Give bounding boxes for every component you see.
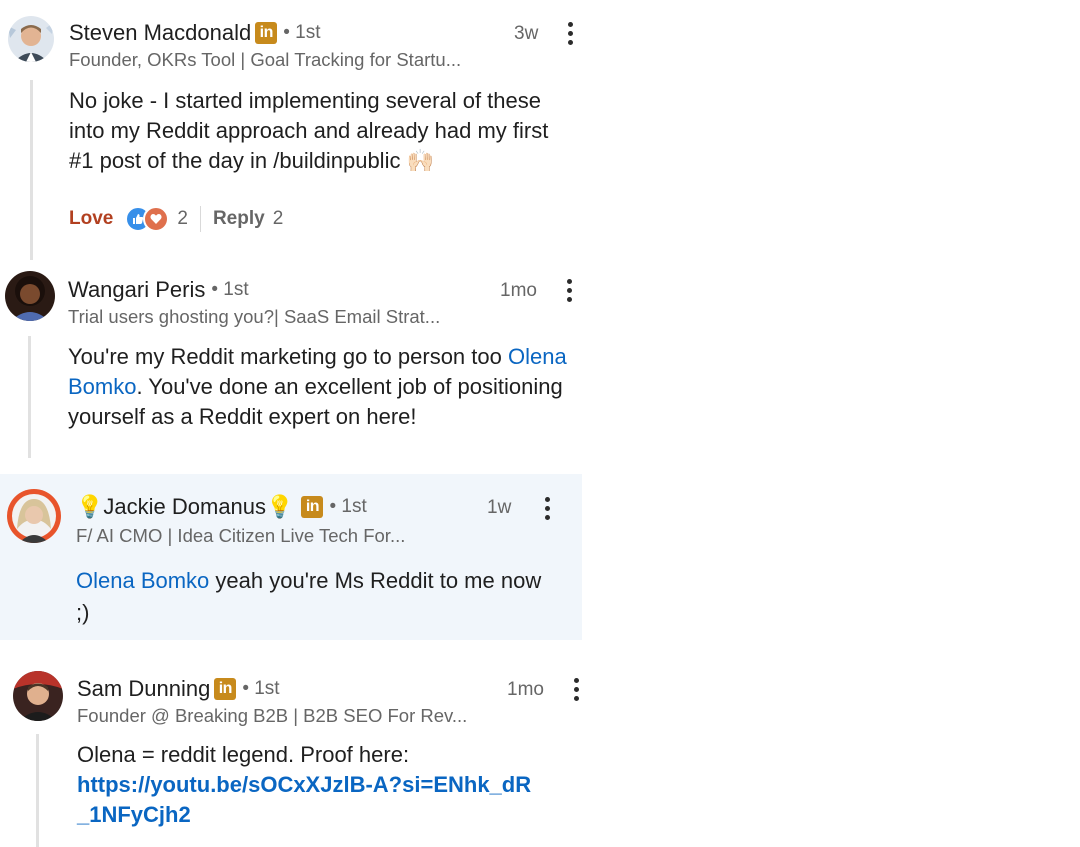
lightbulb-icon: 💡 <box>266 494 294 519</box>
author-name[interactable]: Wangari Peris <box>68 277 205 303</box>
thread-line <box>30 80 33 260</box>
avatar[interactable] <box>7 489 61 543</box>
author-name[interactable]: Sam Dunning <box>77 676 210 702</box>
author-headline: Founder, OKRs Tool | Goal Tracking for S… <box>69 49 462 70</box>
linkedin-premium-icon: in <box>255 22 278 44</box>
thread-line <box>28 336 31 458</box>
comment-text-line: Olena = reddit legend. Proof here: <box>77 742 410 767</box>
action-divider <box>199 206 201 232</box>
author-headline: Trial users ghosting you?| SaaS Email St… <box>68 306 441 327</box>
comment-text: No joke - I started implementing several… <box>69 88 549 173</box>
avatar[interactable] <box>8 16 54 62</box>
thread-line <box>36 734 39 847</box>
timestamp: 3w <box>514 23 539 44</box>
linkedin-premium-icon: in <box>214 678 237 700</box>
comment-text-end: . You've done an excellent job of positi… <box>68 374 563 429</box>
link-line: _1NFyCjh2 <box>77 802 191 827</box>
name-line: Sam Dunning in • 1st <box>77 676 280 702</box>
connection-degree: • 1st <box>242 678 280 699</box>
love-button[interactable]: Love <box>69 208 113 230</box>
name-line: Steven Macdonald in • 1st <box>69 20 321 46</box>
timestamp: 1w <box>487 497 512 518</box>
reactions[interactable]: 2 <box>125 206 188 232</box>
author-name[interactable]: Steven Macdonald <box>69 20 251 46</box>
love-reaction-icon <box>143 206 170 232</box>
reply-button[interactable]: Reply <box>213 208 265 230</box>
name-line: Wangari Peris • 1st <box>68 277 249 303</box>
author-headline: F/ AI CMO | Idea Citizen Live Tech For..… <box>76 525 406 546</box>
reply-count: 2 <box>272 208 284 229</box>
author-headline: Founder @ Breaking B2B | B2B SEO For Rev… <box>77 705 468 726</box>
avatar-image <box>5 271 55 321</box>
comment-text: You're my Reddit marketing go to person … <box>68 342 578 432</box>
link-line: https://youtu.be/sOCxXJzlB-A?si=ENhk_dR <box>77 772 532 797</box>
more-options-icon[interactable] <box>574 678 580 702</box>
avatar[interactable] <box>13 671 63 721</box>
mention-link[interactable]: Olena Bomko <box>76 568 209 593</box>
author-name[interactable]: Jackie Domanus <box>103 494 266 520</box>
comment-text: Olena Bomko yeah you're Ms Reddit to me … <box>76 565 556 629</box>
connection-degree: • 1st <box>283 22 321 43</box>
linkedin-premium-icon: in <box>301 496 324 518</box>
timestamp: 1mo <box>507 679 544 700</box>
more-options-icon[interactable] <box>567 279 573 303</box>
comment-actions: Love 2 Reply 2 <box>69 206 283 232</box>
avatar-image <box>13 671 63 721</box>
avatar[interactable] <box>5 271 55 321</box>
connection-degree: • 1st <box>329 496 367 517</box>
avatar-image <box>8 16 54 62</box>
reaction-count: 2 <box>177 208 188 229</box>
name-line: 💡 Jackie Domanus 💡 in • 1st <box>76 494 367 520</box>
lightbulb-icon: 💡 <box>76 494 104 519</box>
comment-text: Olena = reddit legend. Proof here: https… <box>77 740 577 830</box>
comment-text-start: You're my Reddit marketing go to person … <box>68 344 508 369</box>
timestamp: 1mo <box>500 280 537 301</box>
more-options-icon[interactable] <box>545 497 551 521</box>
youtube-link[interactable]: https://youtu.be/sOCxXJzlB-A?si=ENhk_dR … <box>77 770 577 830</box>
avatar-image <box>7 489 61 543</box>
more-options-icon[interactable] <box>568 22 574 46</box>
connection-degree: • 1st <box>211 279 249 300</box>
